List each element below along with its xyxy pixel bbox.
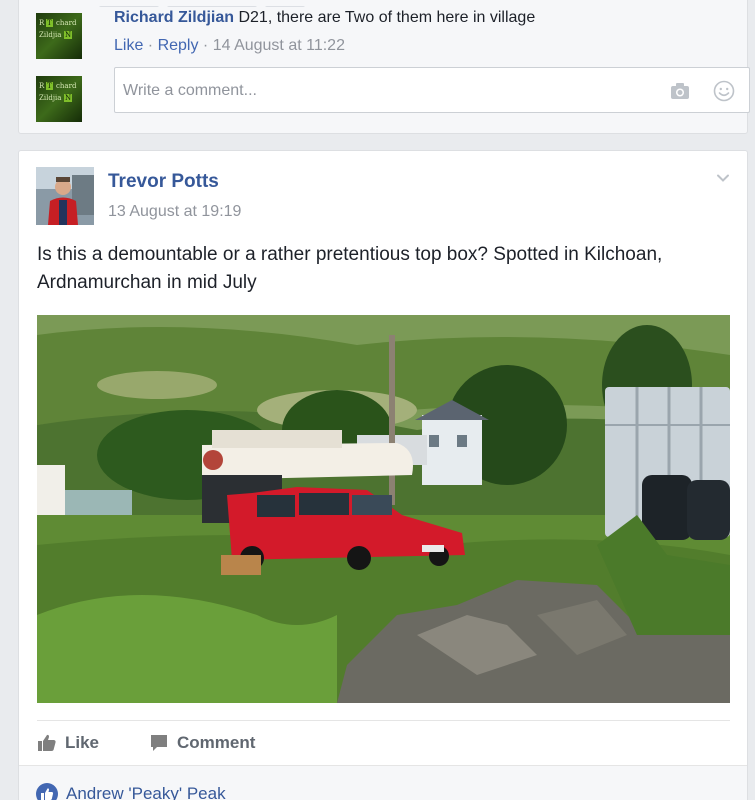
comment-author-link[interactable]: Richard Zildjian [114, 9, 234, 26]
post-actions-divider [37, 720, 730, 721]
current-user-avatar: R T chard Zildjia N [36, 76, 82, 122]
camera-icon[interactable] [670, 81, 690, 101]
comment-body: Richard Zildjian D21, there are Two of t… [114, 7, 535, 29]
comment-bubble-icon [151, 735, 167, 751]
like-label: Like [65, 733, 100, 752]
post-author-link[interactable]: Trevor Potts [108, 171, 219, 193]
comment-timestamp[interactable]: 14 August at 11:22 [213, 37, 345, 54]
comment-reply-link[interactable]: Reply [158, 37, 199, 54]
comment-input[interactable] [123, 79, 643, 103]
like-reaction-icon [36, 783, 58, 800]
thumbs-up-icon [38, 734, 56, 751]
comment-button[interactable]: Comment [149, 729, 255, 757]
commenter-avatar[interactable]: R T chard Zildjia N [36, 13, 82, 59]
reactions-strip: Andrew 'Peaky' Peak [19, 765, 747, 800]
post-card: Trevor Potts 13 August at 19:19 Is this … [18, 150, 748, 800]
post-timestamp[interactable]: 13 August at 19:19 [108, 203, 241, 221]
post-photo[interactable] [37, 315, 730, 703]
comment-like-link[interactable]: Like [114, 37, 143, 54]
truncated-text-line [99, 0, 319, 7]
comment-input-box[interactable] [114, 67, 750, 113]
separator: · [143, 37, 158, 54]
comment-actions: Like · Reply · 14 August at 11:22 [114, 37, 345, 55]
reaction-user-link[interactable]: Andrew 'Peaky' Peak [66, 784, 226, 800]
comment-label: Comment [177, 733, 256, 752]
previous-comment-card: R T chard Zildjia N Richard Zildjian D21… [18, 0, 750, 134]
comment-text: D21, there are Two of them here in villa… [238, 9, 536, 26]
post-text: Is this a demountable or a rather preten… [37, 244, 663, 293]
chevron-down-icon[interactable] [716, 171, 730, 185]
emoji-icon[interactable] [713, 80, 735, 102]
like-button[interactable]: Like [37, 729, 99, 757]
post-author-avatar[interactable] [36, 167, 94, 225]
separator: · [198, 37, 213, 54]
